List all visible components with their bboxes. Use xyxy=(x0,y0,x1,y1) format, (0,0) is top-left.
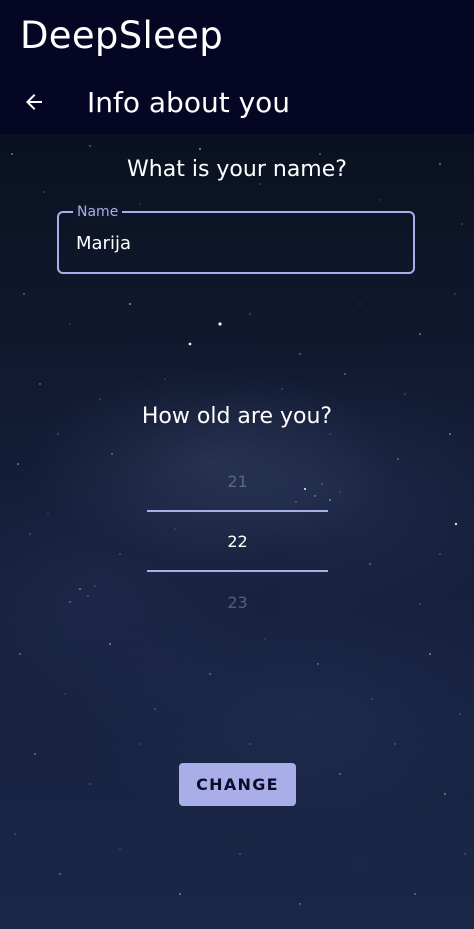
age-option-selected[interactable]: 22 xyxy=(147,532,328,551)
app-bar: DeepSleep Info about you xyxy=(0,0,474,134)
content-area: What is your name? Name Marija How old a… xyxy=(0,134,474,929)
age-question: How old are you? xyxy=(141,404,333,429)
name-field[interactable]: Name Marija xyxy=(57,203,415,274)
name-field-label: Name xyxy=(73,203,123,221)
change-button[interactable]: CHANGE xyxy=(179,763,296,806)
age-option-next[interactable]: 23 xyxy=(147,593,328,612)
age-number-picker[interactable]: 21 22 23 xyxy=(147,464,328,612)
age-option-previous[interactable]: 21 xyxy=(147,472,328,491)
picker-divider-top xyxy=(147,510,328,512)
name-field-value[interactable]: Marija xyxy=(76,233,131,254)
picker-divider-bottom xyxy=(147,570,328,572)
name-question: What is your name? xyxy=(127,157,347,182)
app-title: DeepSleep xyxy=(20,14,223,57)
page-title: Info about you xyxy=(87,86,291,119)
back-button[interactable] xyxy=(16,84,52,120)
arrow-left-icon xyxy=(26,94,42,110)
